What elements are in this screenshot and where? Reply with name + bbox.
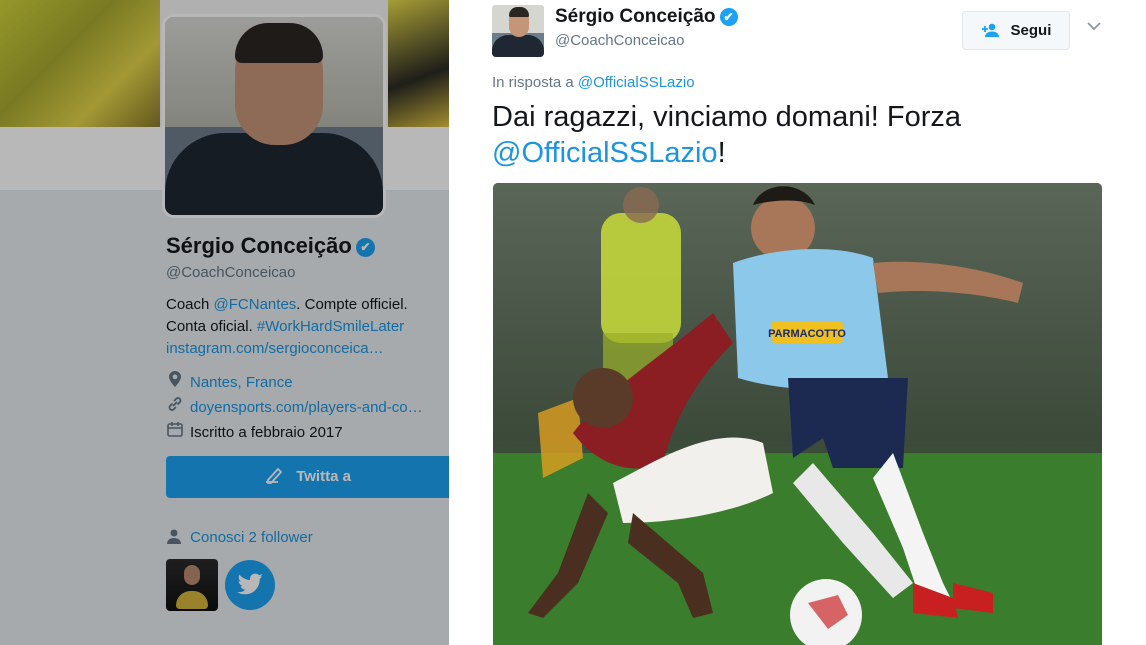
tweet-mention-link[interactable]: @OfficialSSLazio xyxy=(492,137,718,169)
reply-prefix: In risposta a xyxy=(492,74,578,91)
modal-overlay[interactable] xyxy=(0,0,449,645)
chevron-down-icon[interactable] xyxy=(1087,18,1101,34)
reply-context: In risposta a @OfficialSSLazio xyxy=(492,74,695,91)
tweet-photo[interactable]: PARMACOTTO xyxy=(493,183,1102,645)
add-user-icon xyxy=(981,22,1005,38)
follow-label: Segui xyxy=(1010,22,1052,39)
reply-to-link[interactable]: @OfficialSSLazio xyxy=(578,74,695,91)
tweet-text-main: Dai ragazzi, vinciamo domani! Forza xyxy=(492,101,962,133)
tweet-author-avatar[interactable] xyxy=(492,5,544,57)
tweet-author-handle[interactable]: @CoachConceicao xyxy=(555,32,684,49)
verified-badge-icon: ✔ xyxy=(719,7,738,26)
tweet-text: Dai ragazzi, vinciamo domani! Forza @Off… xyxy=(492,99,1112,171)
tweet-author-name-text[interactable]: Sérgio Conceição xyxy=(555,6,716,27)
follow-button[interactable]: Segui xyxy=(962,11,1070,50)
tweet-text-end: ! xyxy=(717,137,726,169)
profile-page: Sérgio Conceição ✔ @CoachConceicao Coach … xyxy=(0,0,449,645)
tweet-author-name[interactable]: Sérgio Conceição ✔ xyxy=(555,6,738,28)
photo-sponsor-text: PARMACOTTO xyxy=(768,328,846,340)
tweet-permalink: Sérgio Conceição ✔ @CoachConceicao Segui … xyxy=(449,0,1146,645)
